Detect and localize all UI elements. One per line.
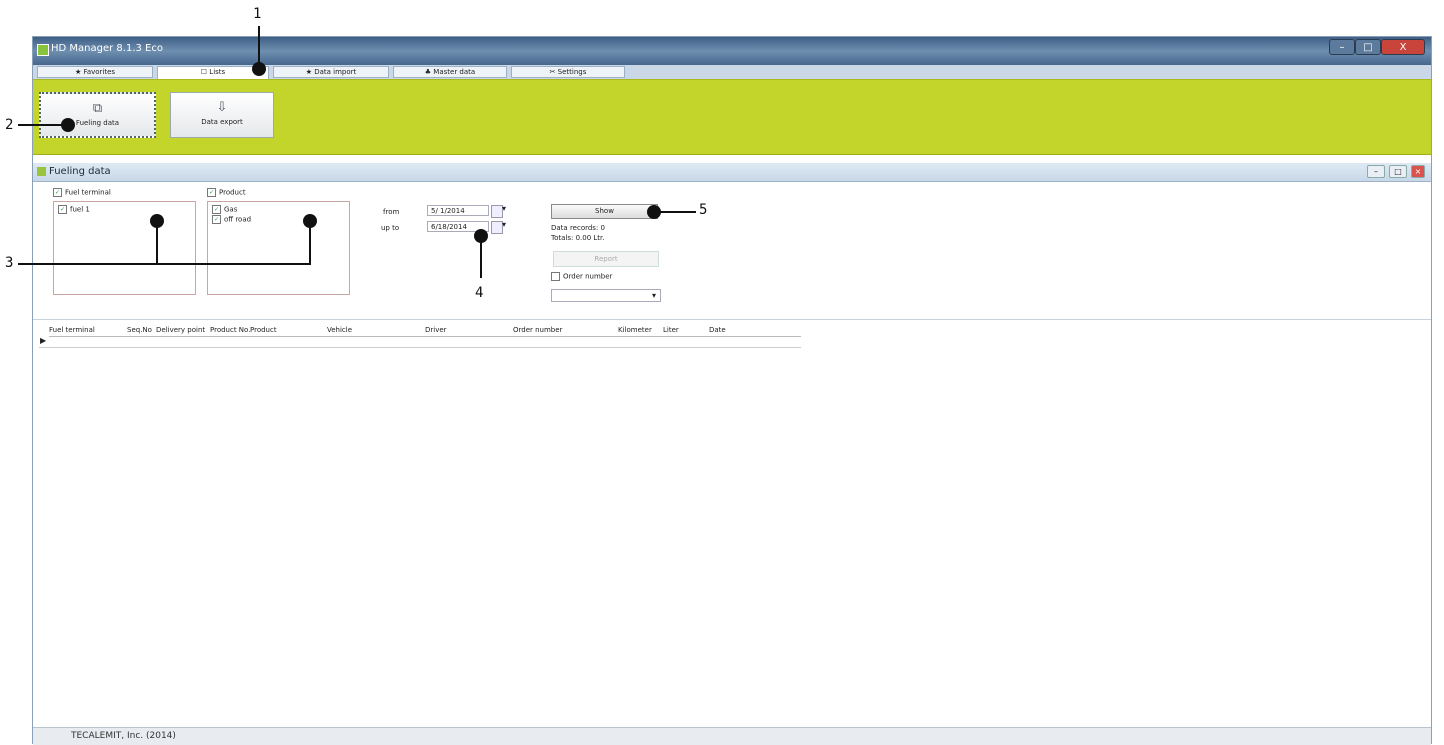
- data-export-label: Data export: [201, 118, 243, 126]
- panel-restore-button[interactable]: □: [1389, 165, 1407, 178]
- data-records-text: Data records: 0: [551, 224, 605, 232]
- callout-3-line-b: [309, 222, 311, 264]
- panel-icon: [37, 167, 46, 176]
- column-header[interactable]: Seq.No: [127, 326, 152, 334]
- callout-1-line: [258, 26, 260, 66]
- callout-3-dot-a: [150, 214, 164, 228]
- data-export-icon: ⇩: [216, 100, 228, 115]
- callout-2-number: 2: [5, 117, 14, 133]
- column-header[interactable]: Product No.: [210, 326, 250, 334]
- callout-1-dot: [252, 62, 266, 76]
- panel-close-button[interactable]: ×: [1411, 165, 1425, 178]
- callout-3-number: 3: [5, 255, 14, 271]
- tab-settings[interactable]: ✂ Settings: [511, 66, 625, 78]
- panel-minimize-button[interactable]: –: [1367, 165, 1385, 178]
- list-item[interactable]: ✓ Gas: [212, 205, 237, 214]
- dropdown-arrow-icon[interactable]: ▾: [502, 220, 506, 229]
- tab-data-import[interactable]: ★ Data import: [273, 66, 389, 78]
- callout-5-line: [654, 211, 696, 213]
- product-header[interactable]: ✓ Product: [207, 188, 246, 197]
- list-item[interactable]: ✓ fuel 1: [58, 205, 90, 214]
- list-item[interactable]: ✓ off road: [212, 215, 251, 224]
- callout-4-number: 4: [475, 285, 484, 301]
- fueling-data-label: Fueling data: [75, 119, 120, 127]
- callout-5-number: 5: [699, 202, 708, 218]
- chevron-down-icon: ▾: [651, 291, 656, 300]
- column-header[interactable]: Kilometer: [618, 326, 652, 334]
- callout-3-line-a: [156, 222, 158, 264]
- minimize-button[interactable]: –: [1329, 39, 1355, 55]
- fuel-terminal-checkbox[interactable]: ✓: [53, 188, 62, 197]
- row-pointer-icon: ▶: [40, 336, 47, 345]
- app-icon: [37, 44, 49, 56]
- maximize-button[interactable]: □: [1355, 39, 1381, 55]
- show-button[interactable]: Show: [551, 204, 658, 219]
- title-bar: HD Manager 8.1.3 Eco – □ X: [33, 37, 1431, 65]
- upto-label: up to: [381, 224, 400, 232]
- column-header[interactable]: Delivery point: [156, 326, 205, 334]
- window-title: HD Manager 8.1.3 Eco: [51, 43, 163, 54]
- dropdown-arrow-icon[interactable]: ▾: [502, 204, 506, 213]
- order-number-select[interactable]: ▾: [551, 289, 661, 302]
- tab-favorites[interactable]: ★ Favorites: [37, 66, 153, 78]
- order-number-option[interactable]: Order number: [551, 272, 612, 281]
- data-export-button[interactable]: ⇩ Data export: [170, 92, 274, 138]
- fuel-1-checkbox[interactable]: ✓: [58, 205, 67, 214]
- column-header[interactable]: Driver: [425, 326, 447, 334]
- fuel-terminal-list: ✓ fuel 1: [53, 201, 196, 295]
- table-row[interactable]: ▶: [39, 336, 801, 348]
- from-date-field[interactable]: 5/ 1/2014: [427, 205, 489, 216]
- close-button[interactable]: X: [1381, 39, 1425, 55]
- column-header[interactable]: Date: [709, 326, 726, 334]
- order-number-checkbox[interactable]: [551, 272, 560, 281]
- off-road-checkbox[interactable]: ✓: [212, 215, 221, 224]
- panel-header: Fueling data – □ ×: [33, 163, 1431, 182]
- column-header[interactable]: Product: [250, 326, 277, 334]
- fueling-data-button[interactable]: ⧉ Fueling data: [39, 92, 156, 138]
- status-text: TECALEMIT, Inc. (2014): [71, 731, 176, 741]
- callout-4-line: [480, 236, 482, 278]
- callout-1-number: 1: [253, 6, 262, 22]
- divider: [33, 319, 1431, 320]
- totals-text: Totals: 0.00 Ltr.: [551, 234, 605, 242]
- fuel-terminal-header[interactable]: ✓ Fuel terminal: [53, 188, 111, 197]
- panel-title: Fueling data: [49, 166, 111, 177]
- column-header[interactable]: Order number: [513, 326, 562, 334]
- column-header[interactable]: Vehicle: [327, 326, 352, 334]
- gas-checkbox[interactable]: ✓: [212, 205, 221, 214]
- app-window: HD Manager 8.1.3 Eco – □ X ★ Favorites ☐…: [32, 36, 1432, 745]
- column-header[interactable]: Liter: [663, 326, 679, 334]
- report-button[interactable]: Report: [553, 251, 659, 267]
- callout-2-dot: [61, 118, 75, 132]
- ribbon-panel: ⧉ Fueling data ⇩ Data export: [33, 79, 1431, 155]
- product-checkbox[interactable]: ✓: [207, 188, 216, 197]
- column-header[interactable]: Fuel terminal: [49, 326, 95, 334]
- callout-3-line: [18, 263, 311, 265]
- ribbon-tabs: ★ Favorites ☐ Lists ★ Data import ♣ Mast…: [33, 65, 1431, 80]
- callout-3-dot-b: [303, 214, 317, 228]
- status-bar: TECALEMIT, Inc. (2014): [33, 727, 1431, 745]
- fueling-data-icon: ⧉: [92, 101, 103, 116]
- tab-master-data[interactable]: ♣ Master data: [393, 66, 507, 78]
- product-list: ✓ Gas ✓ off road: [207, 201, 350, 295]
- from-label: from: [383, 208, 400, 216]
